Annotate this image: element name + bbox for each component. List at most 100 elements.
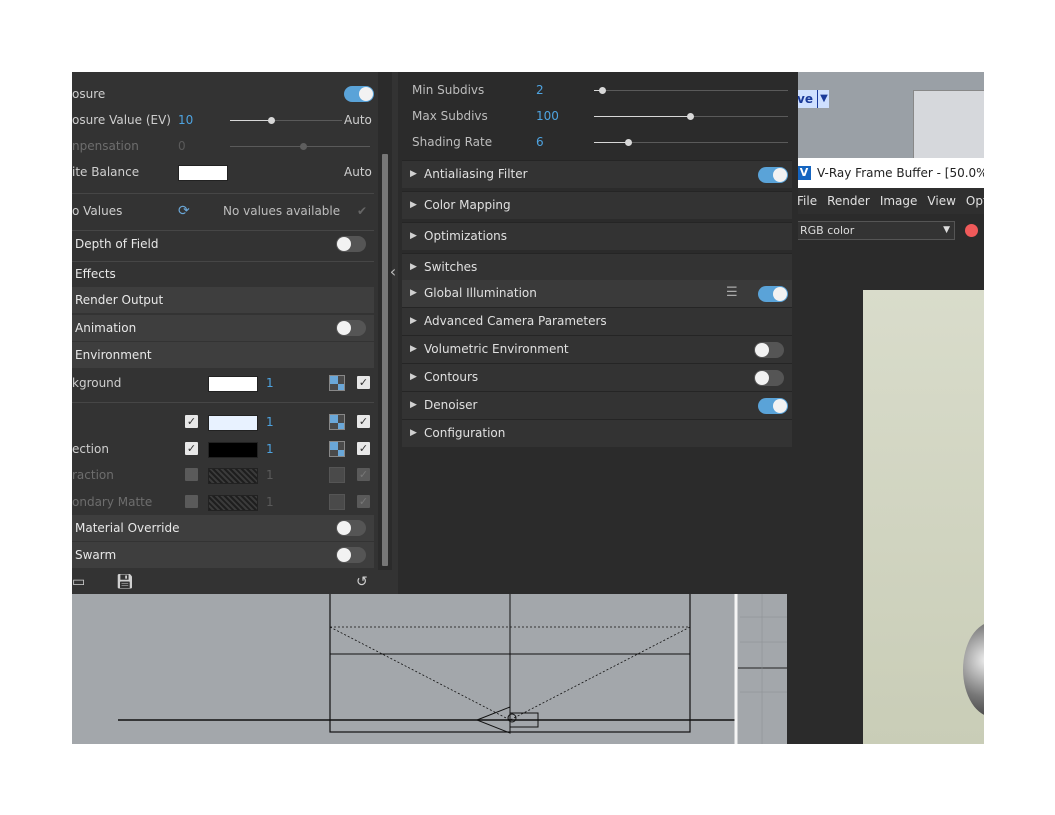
- vray-logo-icon: V: [797, 166, 811, 180]
- slider-knob[interactable]: [625, 139, 632, 146]
- panel-footer: ▭ 💾︎ ↺: [72, 570, 398, 594]
- channel-select[interactable]: RGB color ▼: [795, 221, 955, 240]
- section-configuration[interactable]: ▶ Configuration: [402, 420, 792, 447]
- section-optimizations[interactable]: ▶ Optimizations: [402, 223, 792, 250]
- settings-sliders-icon[interactable]: ☰: [726, 285, 738, 300]
- reflection-checkbox[interactable]: ✓: [357, 442, 370, 455]
- slider-knob[interactable]: [599, 87, 606, 94]
- reflection-color-swatch[interactable]: [208, 442, 258, 458]
- menu-view[interactable]: View: [927, 188, 955, 214]
- menu-options[interactable]: Opti: [966, 188, 984, 214]
- section-label: Optimizations: [424, 229, 508, 243]
- section-switches[interactable]: ▶ Switches: [402, 254, 792, 281]
- global-illumination-toggle[interactable]: [758, 286, 788, 302]
- min-subdivs-slider[interactable]: [594, 87, 788, 94]
- menu-file[interactable]: File: [797, 188, 817, 214]
- reset-icon[interactable]: ↺: [356, 574, 368, 590]
- white-balance-swatch[interactable]: [178, 165, 228, 181]
- presets-row: o Values ⟳ No values available ✔: [72, 198, 378, 224]
- animation-toggle[interactable]: [336, 320, 366, 336]
- texture-map-icon[interactable]: [329, 414, 345, 430]
- material-override-toggle[interactable]: [336, 520, 366, 536]
- section-advanced-camera-parameters[interactable]: ▶ Advanced Camera Parameters: [402, 308, 792, 335]
- section-environment[interactable]: Environment: [72, 342, 374, 368]
- expand-triangle-icon: ▶: [410, 400, 417, 410]
- chevron-down-icon: ▼: [943, 225, 950, 235]
- max-subdivs-value[interactable]: 100: [536, 103, 559, 129]
- view-label: ve: [797, 92, 813, 106]
- compensation-value: 0: [178, 139, 186, 153]
- contours-toggle[interactable]: [754, 370, 784, 386]
- vray-frame-buffer-window[interactable]: ve ▼ V V-Ray Frame Buffer - [50.0% of 1 …: [787, 72, 984, 744]
- chevron-down-icon[interactable]: ▼: [817, 90, 830, 108]
- depth-of-field-toggle[interactable]: [336, 236, 366, 252]
- section-animation[interactable]: Animation: [72, 315, 374, 341]
- record-icon[interactable]: [965, 224, 978, 237]
- open-folder-icon[interactable]: ▭: [72, 574, 85, 590]
- expand-triangle-icon: ▶: [410, 344, 417, 354]
- refraction-override-checkbox[interactable]: [185, 468, 198, 481]
- section-contours[interactable]: ▶ Contours: [402, 364, 792, 391]
- gi-color-swatch[interactable]: [208, 415, 258, 431]
- refresh-icon[interactable]: ⟳: [178, 203, 190, 219]
- section-volumetric-environment[interactable]: ▶ Volumetric Environment: [402, 336, 792, 363]
- exposure-auto-button[interactable]: Auto: [344, 107, 372, 133]
- slider-knob[interactable]: [268, 117, 275, 124]
- section-antialiasing-filter[interactable]: ▶ Antialiasing Filter: [402, 161, 792, 188]
- white-balance-auto-button[interactable]: Auto: [344, 159, 372, 185]
- texture-map-icon[interactable]: [329, 375, 345, 391]
- exposure-value-slider[interactable]: [230, 117, 342, 124]
- shading-rate-slider[interactable]: [594, 139, 788, 146]
- compensation-slider: [230, 143, 370, 150]
- save-icon[interactable]: 💾︎: [116, 574, 134, 590]
- shading-rate-value[interactable]: 6: [536, 129, 544, 155]
- min-subdivs-value[interactable]: 2: [536, 77, 544, 103]
- section-swarm[interactable]: Swarm: [72, 542, 374, 568]
- vfb-title: V-Ray Frame Buffer - [50.0% of 1: [817, 166, 984, 180]
- texture-map-icon[interactable]: [329, 441, 345, 457]
- swarm-toggle[interactable]: [336, 547, 366, 563]
- secondary-matte-override-checkbox[interactable]: [185, 495, 198, 508]
- compensation-label: npensation: [72, 139, 139, 153]
- secondary-matte-color-swatch: [208, 495, 258, 511]
- exposure-value-label: osure Value (EV): [72, 113, 171, 127]
- section-depth-of-field[interactable]: Depth of Field: [72, 231, 378, 257]
- section-label: Switches: [424, 260, 478, 274]
- exposure-toggle[interactable]: [344, 86, 374, 102]
- scrollbar-thumb[interactable]: [382, 154, 388, 566]
- section-label: Denoiser: [424, 398, 478, 412]
- background-checkbox[interactable]: ✓: [357, 376, 370, 389]
- camera-settings-panel: osure osure Value (EV) 10 Auto npensatio…: [72, 72, 398, 594]
- antialiasing-filter-toggle[interactable]: [758, 167, 788, 183]
- section-label: Contours: [424, 370, 479, 384]
- slider-knob[interactable]: [687, 113, 694, 120]
- expand-triangle-icon: ▶: [410, 288, 417, 298]
- volumetric-environment-toggle[interactable]: [754, 342, 784, 358]
- section-label: Advanced Camera Parameters: [424, 314, 607, 328]
- section-effects[interactable]: Effects: [72, 261, 378, 287]
- exposure-value[interactable]: 10: [178, 107, 193, 133]
- denoiser-toggle[interactable]: [758, 398, 788, 414]
- env-row-label: kground: [72, 376, 122, 390]
- section-denoiser[interactable]: ▶ Denoiser: [402, 392, 792, 419]
- section-label: Global Illumination: [424, 286, 537, 300]
- menu-render[interactable]: Render: [827, 188, 870, 214]
- background-color-swatch[interactable]: [208, 376, 258, 392]
- viewport-thumbnail: [913, 90, 984, 160]
- gi-checkbox[interactable]: ✓: [357, 415, 370, 428]
- menu-image[interactable]: Image: [880, 188, 918, 214]
- section-global-illumination[interactable]: ▶ Global Illumination ☰: [402, 280, 792, 307]
- section-color-mapping[interactable]: ▶ Color Mapping: [402, 192, 792, 219]
- gi-multiplier[interactable]: 1: [266, 409, 274, 435]
- vfb-title-bar[interactable]: V V-Ray Frame Buffer - [50.0% of 1: [787, 158, 984, 188]
- section-material-override[interactable]: Material Override: [72, 515, 374, 541]
- reflection-override-checkbox[interactable]: ✓: [185, 442, 198, 455]
- reflection-multiplier[interactable]: 1: [266, 436, 274, 462]
- background-multiplier[interactable]: 1: [266, 370, 274, 396]
- max-subdivs-slider[interactable]: [594, 113, 788, 120]
- gi-override-checkbox[interactable]: ✓: [185, 415, 198, 428]
- section-label: Swarm: [75, 548, 117, 562]
- exposure-label: osure: [72, 87, 106, 101]
- section-render-output[interactable]: Render Output: [72, 287, 374, 313]
- section-label: Render Output: [75, 293, 164, 307]
